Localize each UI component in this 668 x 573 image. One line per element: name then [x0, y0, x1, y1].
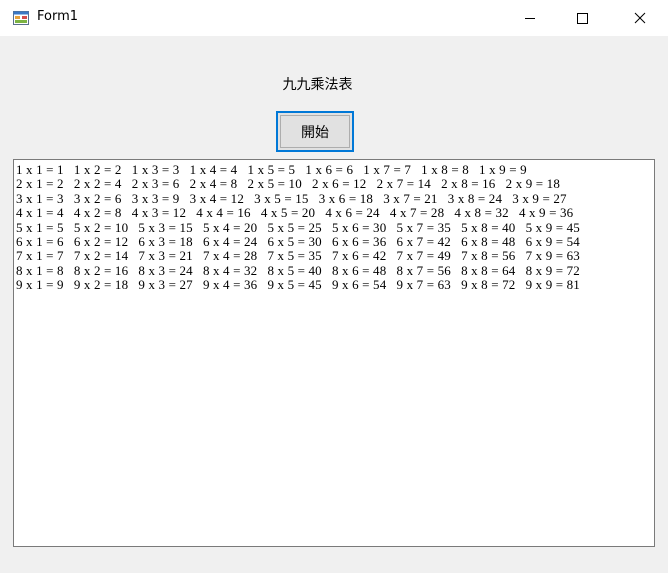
- minimize-button[interactable]: [507, 0, 553, 36]
- output-textbox[interactable]: 1 x 1 = 1 1 x 2 = 2 1 x 3 = 3 1 x 4 = 4 …: [13, 159, 655, 547]
- close-icon: [634, 9, 646, 28]
- title-bar[interactable]: Form1: [0, 0, 668, 36]
- maximize-icon: [576, 9, 588, 28]
- output-line: 4 x 1 = 4 4 x 2 = 8 4 x 3 = 12 4 x 4 = 1…: [16, 205, 574, 221]
- form-window: Form1 九九乘法表 開始 1 x 1 = 1 1 x 2 = 2 1 x 3…: [0, 0, 668, 573]
- close-button[interactable]: [617, 0, 663, 36]
- output-line: 1 x 1 = 1 1 x 2 = 2 1 x 3 = 3 1 x 4 = 4 …: [16, 162, 527, 177]
- output-line: 5 x 1 = 5 5 x 2 = 10 5 x 3 = 15 5 x 4 = …: [16, 219, 580, 235]
- output-line: 3 x 1 = 3 3 x 2 = 6 3 x 3 = 9 3 x 4 = 12…: [16, 190, 567, 206]
- output-line: 8 x 1 = 8 8 x 2 = 16 8 x 3 = 24 8 x 4 = …: [16, 262, 580, 278]
- output-line: 2 x 1 = 2 2 x 2 = 4 2 x 3 = 6 2 x 4 = 8 …: [16, 176, 560, 192]
- output-line: 9 x 1 = 9 9 x 2 = 18 9 x 3 = 27 9 x 4 = …: [16, 277, 580, 293]
- form-app-icon: [13, 10, 29, 26]
- output-line: 7 x 1 = 7 7 x 2 = 14 7 x 3 = 21 7 x 4 = …: [16, 248, 580, 264]
- maximize-button[interactable]: [559, 0, 605, 36]
- window-title: Form1: [37, 9, 79, 24]
- start-button-label: 開始: [280, 115, 350, 148]
- output-text: 1 x 1 = 1 1 x 2 = 2 1 x 3 = 3 1 x 4 = 4 …: [14, 160, 654, 293]
- minimize-icon: [524, 9, 536, 28]
- start-button[interactable]: 開始: [276, 111, 354, 152]
- multiplication-table-label: 九九乘法表: [282, 77, 353, 93]
- output-line: 6 x 1 = 6 6 x 2 = 12 6 x 3 = 18 6 x 4 = …: [16, 233, 580, 249]
